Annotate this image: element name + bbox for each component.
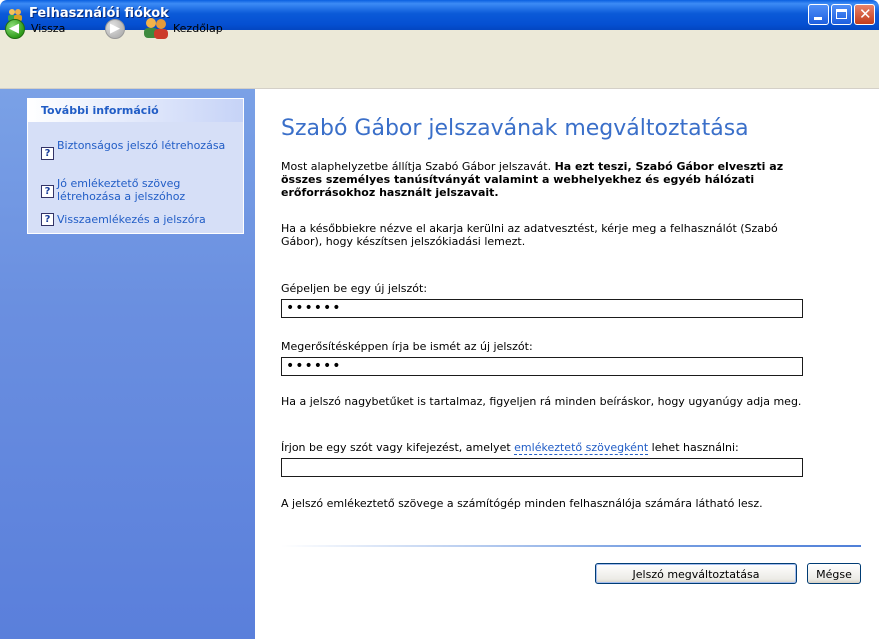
divider [281, 545, 861, 547]
help-icon: ? [41, 185, 54, 198]
visibility-note: A jelszó emlékeztető szövege a számítógé… [281, 497, 763, 510]
sidebar-link-password-hint[interactable]: Jó emlékeztető szöveg létrehozása a jels… [57, 177, 237, 203]
minimize-button[interactable] [808, 4, 829, 25]
intro-text: Most alaphelyzetbe állítja Szabó Gábor j… [281, 160, 821, 199]
help-icon: ? [41, 213, 54, 226]
cancel-button[interactable]: Mégse [807, 563, 861, 584]
minimize-icon [814, 17, 822, 20]
maximize-button[interactable] [831, 4, 852, 25]
hint-label: Írjon be egy szót vagy kifejezést, amely… [281, 441, 821, 455]
back-label[interactable]: Vissza [31, 22, 65, 35]
confirm-password-field[interactable]: •••••• [281, 357, 803, 376]
change-password-button[interactable]: Jelszó megváltoztatása [595, 563, 797, 584]
close-button[interactable]: ✕ [854, 4, 875, 25]
password-hint-field[interactable] [281, 458, 803, 477]
sidebar-link-secure-password[interactable]: Biztonságos jelszó létrehozása [57, 139, 237, 152]
more-info-panel: További információ ? Biztonságos jelszó … [27, 98, 244, 234]
back-button[interactable]: ◀ [5, 19, 25, 39]
back-arrow-icon: ◀ [9, 21, 19, 36]
panel-title: További információ [41, 104, 159, 117]
new-password-label: Gépeljen be egy új jelszót: [281, 282, 428, 295]
advice-text: Ha a későbbiekre nézve el akarja kerülni… [281, 222, 778, 248]
forward-arrow-icon: ▶ [110, 21, 120, 36]
hint-label-post: lehet használni: [648, 441, 739, 454]
home-users-icon[interactable] [143, 17, 169, 39]
toolbar [0, 30, 879, 89]
title-bar[interactable]: Felhasználói fiókok ✕ [0, 0, 879, 30]
new-password-field[interactable]: •••••• [281, 299, 803, 318]
confirm-password-label: Megerősítésképpen írja be ismét az új je… [281, 340, 533, 353]
page-title: Szabó Gábor jelszavának megváltoztatása [281, 116, 749, 141]
help-icon: ? [41, 147, 54, 160]
case-sensitivity-note: Ha a jelszó nagybetűket is tartalmaz, fi… [281, 395, 802, 408]
panel-header: További információ [28, 99, 243, 122]
task-pane: További információ ? Biztonságos jelszó … [0, 89, 255, 639]
home-label[interactable]: Kezdőlap [173, 22, 223, 35]
sidebar-link-remember-password[interactable]: Visszaemlékezés a jelszóra [57, 213, 237, 226]
intro-plain: Most alaphelyzetbe állítja Szabó Gábor j… [281, 160, 555, 173]
hint-label-pre: Írjon be egy szót vagy kifejezést, amely… [281, 441, 515, 454]
hint-definition-link[interactable]: emlékeztető szövegként [514, 441, 649, 455]
close-icon: ✕ [859, 5, 872, 23]
forward-button[interactable]: ▶ [105, 19, 125, 39]
maximize-icon [836, 9, 847, 19]
